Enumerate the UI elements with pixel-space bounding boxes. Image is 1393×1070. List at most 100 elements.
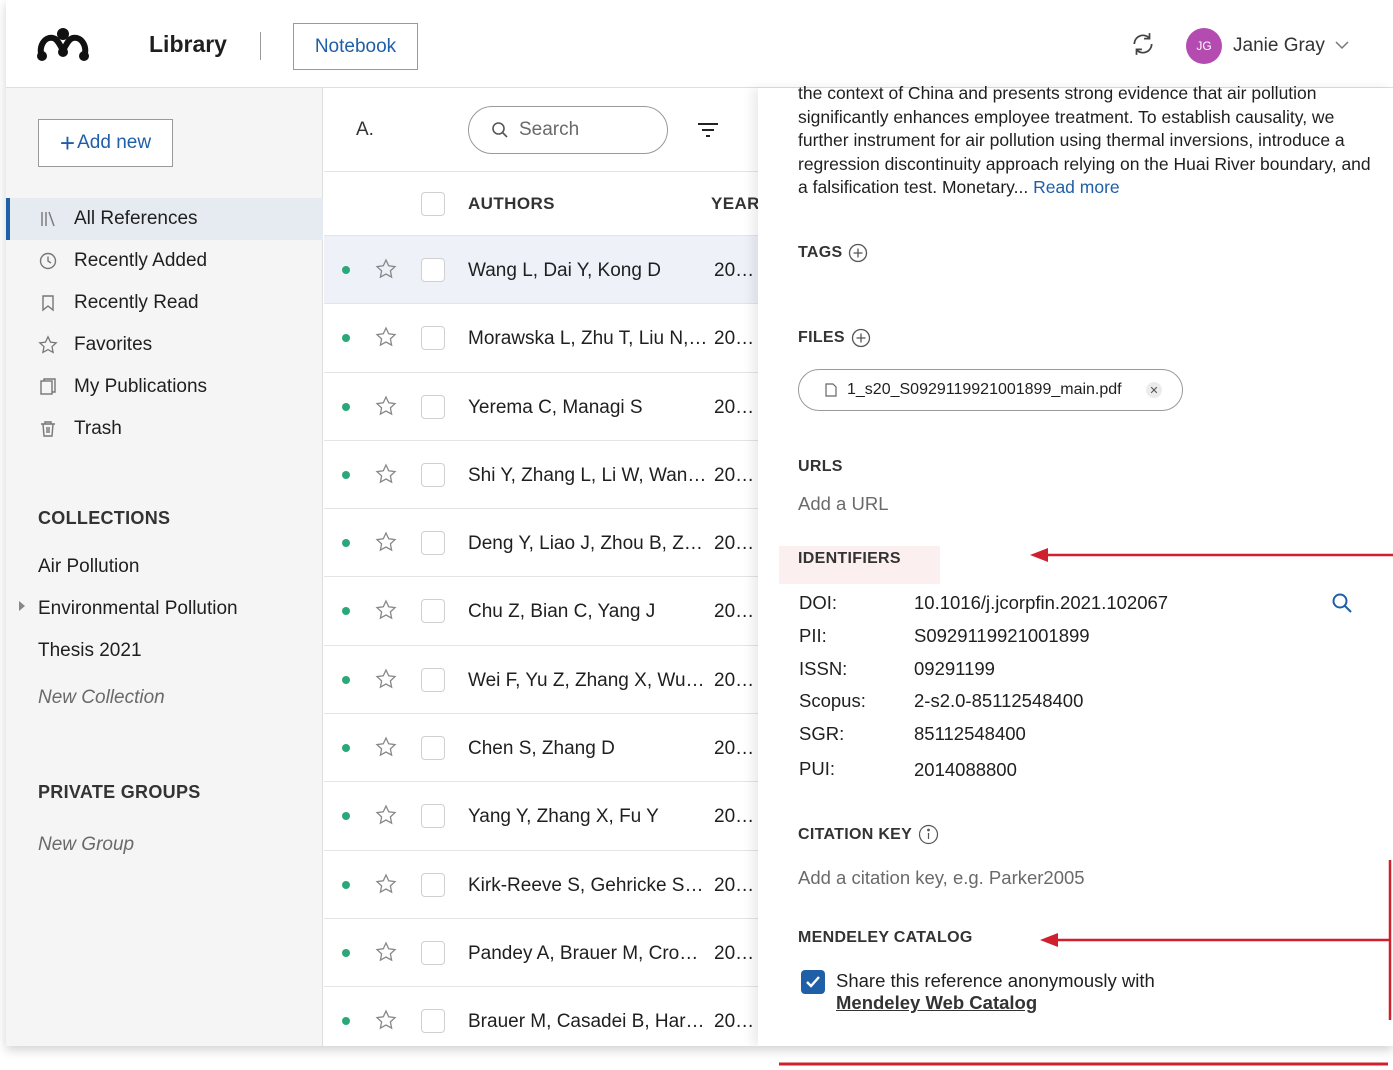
star-icon (38, 335, 58, 355)
new-collection-link[interactable]: New Collection (38, 687, 165, 709)
unread-dot (342, 607, 350, 616)
info-icon[interactable] (918, 824, 939, 845)
notebook-button[interactable]: Notebook (293, 23, 418, 70)
row-checkbox[interactable] (421, 258, 445, 282)
sidebar-item-label: Recently Read (74, 292, 199, 313)
clock-icon (38, 251, 58, 271)
identifier-key: SGR: (799, 723, 845, 744)
star-icon[interactable] (375, 668, 397, 690)
row-year: 20… (714, 328, 755, 350)
row-checkbox[interactable] (421, 531, 445, 556)
row-year: 20… (714, 669, 755, 691)
table-row[interactable]: Yerema C, Managi S 20… (324, 373, 764, 441)
star-icon[interactable] (375, 1009, 397, 1031)
identifier-value[interactable]: 09291199 (914, 658, 995, 680)
table-row[interactable]: Shi Y, Zhang L, Li W, Wan… 20… (324, 441, 764, 510)
star-icon[interactable] (375, 873, 397, 895)
table-row[interactable]: Chen S, Zhang D 20… (324, 714, 764, 783)
table-row[interactable]: Morawska L, Zhu T, Liu N,… 20… (324, 304, 764, 373)
row-checkbox[interactable] (421, 872, 445, 897)
remove-file-icon[interactable]: ✕ (1146, 382, 1162, 398)
identifier-value[interactable]: S0929119921001899 (914, 625, 1090, 647)
sidebar-item-label: Favorites (74, 334, 153, 355)
sidebar-item-label: My Publications (74, 376, 208, 397)
row-checkbox[interactable] (421, 462, 445, 487)
sidebar-item-recently-added[interactable]: Recently Added (6, 240, 323, 282)
checkmark-icon (806, 976, 820, 988)
read-more-link[interactable]: Read more (1033, 177, 1120, 197)
identifier-value[interactable]: 2-s2.0-85112548400 (914, 690, 1083, 712)
row-checkbox[interactable] (421, 394, 445, 419)
library-icon (38, 209, 58, 229)
identifier-value[interactable]: 10.1016/j.jcorpfin.2021.102067 (914, 592, 1168, 614)
row-authors: Brauer M, Casadei B, Har… (468, 1011, 705, 1033)
unread-dot (342, 744, 350, 753)
sidebar-item-favorites[interactable]: Favorites (6, 324, 323, 366)
collection-item[interactable]: Air Pollution (38, 556, 139, 578)
table-row[interactable]: Wei F, Yu Z, Zhang X, Wu … 20… (324, 646, 764, 715)
caret-right-icon[interactable] (19, 601, 25, 611)
user-name[interactable]: Janie Gray (1233, 35, 1325, 57)
details-panel: the context of China and presents strong… (758, 83, 1393, 1046)
doi-search-icon[interactable] (1331, 592, 1353, 614)
search-input[interactable] (519, 119, 649, 141)
table-row[interactable]: Wang L, Dai Y, Kong D 20… (324, 236, 764, 305)
identifier-value[interactable]: 85112548400 (914, 723, 1026, 745)
sidebar-item-all-references[interactable]: All References (6, 198, 323, 240)
table-row[interactable]: Brauer M, Casadei B, Har… 20… (324, 987, 764, 1046)
star-icon[interactable] (375, 326, 397, 348)
unread-dot (342, 1017, 350, 1026)
citation-key-field[interactable]: Add a citation key, e.g. Parker2005 (798, 867, 1085, 889)
table-row[interactable]: Pandey A, Brauer M, Crop… 20… (324, 919, 764, 988)
star-icon[interactable] (375, 531, 397, 553)
star-icon[interactable] (375, 736, 397, 758)
star-icon[interactable] (375, 395, 397, 417)
add-url-field[interactable]: Add a URL (798, 493, 889, 515)
identifier-value[interactable]: 2014088800 (914, 759, 1017, 781)
add-file-icon[interactable] (851, 328, 871, 348)
sidebar-item-trash[interactable]: Trash (6, 408, 323, 450)
sidebar-item-recently-read[interactable]: Recently Read (6, 282, 323, 324)
table-row[interactable]: Yang Y, Zhang X, Fu Y 20… (324, 782, 764, 851)
sidebar-item-my-publications[interactable]: My Publications (6, 366, 323, 408)
add-new-label: Add new (77, 132, 152, 153)
mendeley-web-catalog-link[interactable]: Mendeley Web Catalog (836, 992, 1037, 1013)
star-icon[interactable] (375, 258, 397, 280)
add-new-button[interactable]: + Add new (38, 119, 173, 167)
star-icon[interactable] (375, 804, 397, 826)
add-tag-icon[interactable] (848, 243, 868, 263)
row-authors: Kirk-Reeve S, Gehricke S,… (468, 874, 708, 896)
star-icon[interactable] (375, 599, 397, 621)
table-row[interactable]: Kirk-Reeve S, Gehricke S,… 20… (324, 851, 764, 919)
mendeley-logo[interactable] (36, 26, 90, 62)
column-header-year[interactable]: YEAR (711, 194, 760, 214)
row-checkbox[interactable] (421, 667, 445, 692)
new-group-link[interactable]: New Group (38, 834, 134, 856)
file-chip[interactable]: 1_s20_S0929119921001899_main.pdf ✕ (798, 369, 1183, 411)
row-checkbox[interactable] (421, 804, 445, 829)
row-checkbox[interactable] (421, 1009, 445, 1034)
chevron-down-icon[interactable] (1334, 39, 1350, 51)
column-header-authors[interactable]: AUTHORS (468, 194, 555, 214)
row-checkbox[interactable] (421, 599, 445, 624)
avatar[interactable]: JG (1186, 28, 1222, 64)
row-year: 20… (714, 396, 755, 418)
row-checkbox[interactable] (421, 940, 445, 965)
table-row[interactable]: Chu Z, Bian C, Yang J 20… (324, 577, 764, 646)
sync-icon[interactable] (1130, 31, 1156, 57)
row-authors: Morawska L, Zhu T, Liu N,… (468, 328, 708, 350)
table-row[interactable]: Deng Y, Liao J, Zhou B, Z… 20… (324, 509, 764, 578)
row-checkbox[interactable] (421, 736, 445, 761)
star-icon[interactable] (375, 463, 397, 485)
share-checkbox[interactable] (801, 970, 825, 994)
row-checkbox[interactable] (421, 326, 445, 351)
star-icon[interactable] (375, 941, 397, 963)
row-year: 20… (714, 874, 755, 896)
unread-dot (342, 266, 350, 274)
select-all-checkbox[interactable] (421, 192, 445, 216)
collection-item[interactable]: Thesis 2021 (38, 640, 142, 662)
unread-dot (342, 539, 350, 548)
filter-icon[interactable] (696, 120, 720, 140)
search-box[interactable] (468, 106, 668, 154)
collection-item[interactable]: Environmental Pollution (38, 598, 238, 620)
